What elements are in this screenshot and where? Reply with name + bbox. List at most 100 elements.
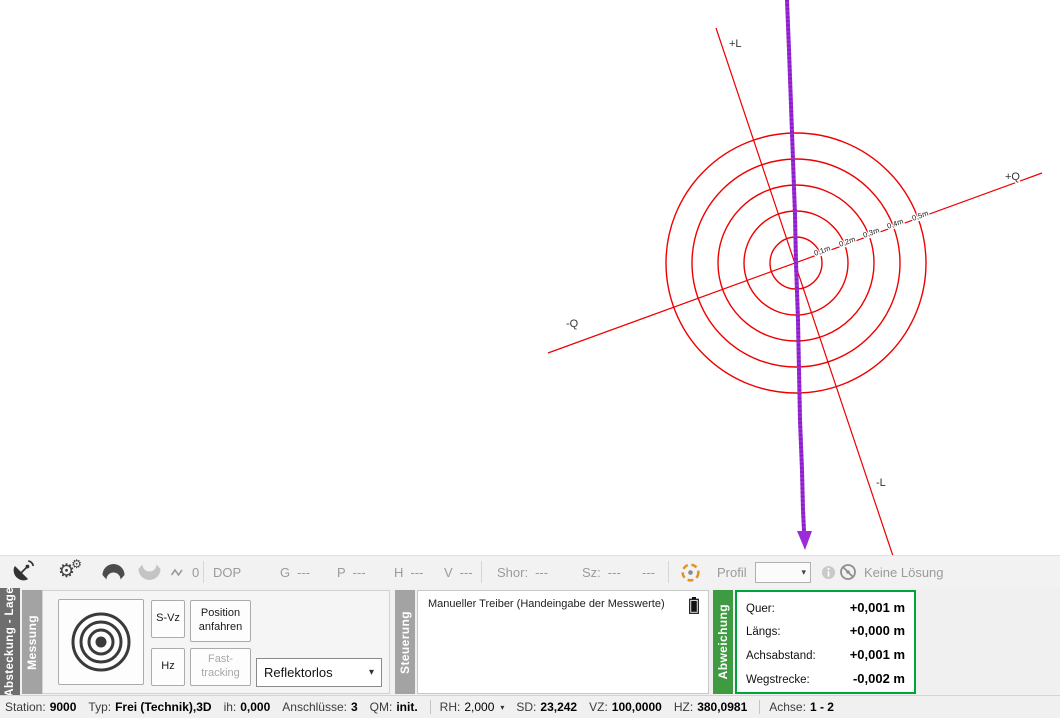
- axis-label-minus-l: -L: [876, 477, 886, 489]
- position-anfahren-button[interactable]: Position anfahren: [190, 600, 251, 642]
- shor-label: Shor:: [497, 565, 528, 580]
- deviation-value: +0,000 m: [850, 623, 905, 638]
- ring-label: 0,3m: [862, 226, 881, 240]
- deviation-label: Quer:: [746, 603, 775, 615]
- dop-label: DOP: [213, 565, 241, 580]
- profil-group: Profil: [717, 556, 747, 588]
- status-rh-label: RH:: [440, 700, 461, 714]
- status-hz-label: HZ:: [674, 700, 693, 714]
- sz-value: ---: [608, 565, 621, 580]
- solution-status-text: Keine Lösung: [864, 565, 944, 580]
- sz-indicator: Sz: ---: [582, 556, 621, 588]
- v-value: ---: [460, 565, 473, 580]
- stakeout-plot-canvas[interactable]: +L -L +Q -Q 0,1m 0,2m 0,3m 0,4m 0,5m: [0, 0, 1060, 555]
- h-label: H: [394, 565, 403, 580]
- status-bar: Station: 9000 Typ: Frei (Technik),3D ih:…: [0, 695, 1060, 718]
- status-qm-value: init.: [396, 700, 417, 714]
- satellite-dish-icon: [8, 559, 35, 586]
- status-hz-value: 380,0981: [697, 700, 747, 714]
- shor-value: ---: [535, 565, 548, 580]
- profil-label: Profil: [717, 565, 747, 580]
- status-qm-label: QM:: [370, 700, 393, 714]
- driver-description: Manueller Treiber (Handeingabe der Messw…: [428, 598, 665, 610]
- status-achse: Achse: 1 - 2: [769, 700, 834, 714]
- ring-label: 0,4m: [886, 217, 905, 231]
- reflector-mode-combobox[interactable]: Reflektorlos ▾: [256, 658, 382, 687]
- deviation-label: Wegstrecke:: [746, 674, 810, 686]
- status-hz: HZ: 380,0981: [674, 700, 747, 714]
- status-typ: Typ: Frei (Technik),3D: [88, 700, 211, 714]
- bullseye-icon: [69, 610, 133, 674]
- p-label: P: [337, 565, 346, 580]
- deviation-value: -0,002 m: [853, 671, 905, 686]
- statusbar-separator: [430, 700, 431, 714]
- steuerung-group-label: Steuerung: [398, 611, 412, 674]
- status-typ-label: Typ:: [88, 700, 111, 714]
- deviation-value: +0,001 m: [850, 600, 905, 615]
- solution-info-button[interactable]: [821, 556, 836, 588]
- trajectory-arrowhead-icon: [797, 531, 812, 550]
- status-vz-label: VZ:: [589, 700, 608, 714]
- battery-status: [689, 597, 699, 619]
- status-qm: QM: init.: [370, 700, 418, 714]
- g-value: ---: [297, 565, 310, 580]
- dop-indicator: DOP: [213, 556, 241, 588]
- call-connect-button[interactable]: [100, 556, 127, 588]
- h-indicator: H ---: [394, 556, 423, 588]
- status-vz-value: 100,0000: [612, 700, 662, 714]
- toolbar-separator: [203, 561, 204, 583]
- v-indicator: V ---: [444, 556, 473, 588]
- tab-absteckung-lage[interactable]: Absteckung - Lage: [0, 588, 20, 695]
- settings-button[interactable]: ⚙⚙: [58, 556, 75, 588]
- status-station-label: Station:: [5, 700, 46, 714]
- messung-group-label: Messung: [25, 615, 39, 670]
- status-anschluesse-label: Anschlüsse:: [282, 700, 347, 714]
- chevron-down-icon[interactable]: ▾: [500, 703, 504, 712]
- svz-button-label: S-Vz: [156, 612, 180, 626]
- measure-target-button[interactable]: [58, 599, 144, 685]
- target-tracking-button[interactable]: [679, 556, 702, 588]
- axis-label-plus-l: +L: [729, 38, 742, 50]
- squiggle-icon: [170, 566, 185, 578]
- bottom-panel: Absteckung - Lage Messung S-Vz Position …: [0, 588, 1060, 695]
- g-indicator: G ---: [280, 556, 310, 588]
- measurement-counter: 0: [170, 556, 199, 588]
- deviation-row-achsabstand: Achsabstand: +0,001 m: [746, 647, 905, 662]
- tab-absteckung-lage-label: Absteckung - Lage: [4, 587, 16, 697]
- status-ih-value: 0,000: [240, 700, 270, 714]
- deviation-label: Achsabstand:: [746, 650, 816, 662]
- hz-button[interactable]: Hz: [151, 648, 185, 686]
- reticle-icon: [679, 561, 702, 584]
- status-vz: VZ: 100,0000: [589, 700, 662, 714]
- status-ih: ih: 0,000: [224, 700, 271, 714]
- chevron-down-icon: ▾: [362, 667, 381, 678]
- hang-up-button[interactable]: [136, 556, 163, 588]
- sz-label: Sz:: [582, 565, 601, 580]
- profil-combobox[interactable]: ▾: [755, 556, 811, 588]
- gears-icon: ⚙⚙: [58, 562, 75, 582]
- hz-button-label: Hz: [161, 660, 174, 674]
- app-window: +L -L +Q -Q 0,1m 0,2m 0,3m 0,4m 0,5m: [0, 0, 1060, 718]
- status-sd-label: SD:: [516, 700, 536, 714]
- status-typ-value: Frei (Technik),3D: [115, 700, 211, 714]
- svz-button[interactable]: S-Vz: [151, 600, 185, 638]
- ring-label: 0,5m: [911, 209, 930, 223]
- abweichung-group-bar: Abweichung: [713, 590, 733, 694]
- stakeout-plot: +L -L +Q -Q 0,1m 0,2m 0,3m 0,4m 0,5m: [0, 0, 1060, 555]
- toolbar-separator: [481, 561, 482, 583]
- deviation-row-laengs: Längs: +0,000 m: [746, 623, 905, 638]
- status-rh-value: 2,000: [464, 700, 494, 714]
- messung-group-bar: Messung: [22, 590, 42, 694]
- phone-handset-icon: [100, 563, 127, 581]
- ring-distance-labels: 0,1m 0,2m 0,3m 0,4m 0,5m: [813, 209, 930, 258]
- status-sd: SD: 23,242: [516, 700, 577, 714]
- position-anfahren-label: Position anfahren: [193, 607, 248, 635]
- fast-tracking-button[interactable]: Fast-tracking: [190, 648, 251, 686]
- extra-indicator: ---: [642, 556, 655, 588]
- connect-sensor-button[interactable]: [8, 556, 35, 588]
- deviation-row-wegstrecke: Wegstrecke: -0,002 m: [746, 671, 905, 686]
- steuerung-group-content: Manueller Treiber (Handeingabe der Messw…: [417, 590, 709, 694]
- steuerung-group-bar: Steuerung: [395, 590, 415, 694]
- v-label: V: [444, 565, 453, 580]
- abweichung-group-content: Quer: +0,001 m Längs: +0,000 m Achsabsta…: [735, 590, 916, 694]
